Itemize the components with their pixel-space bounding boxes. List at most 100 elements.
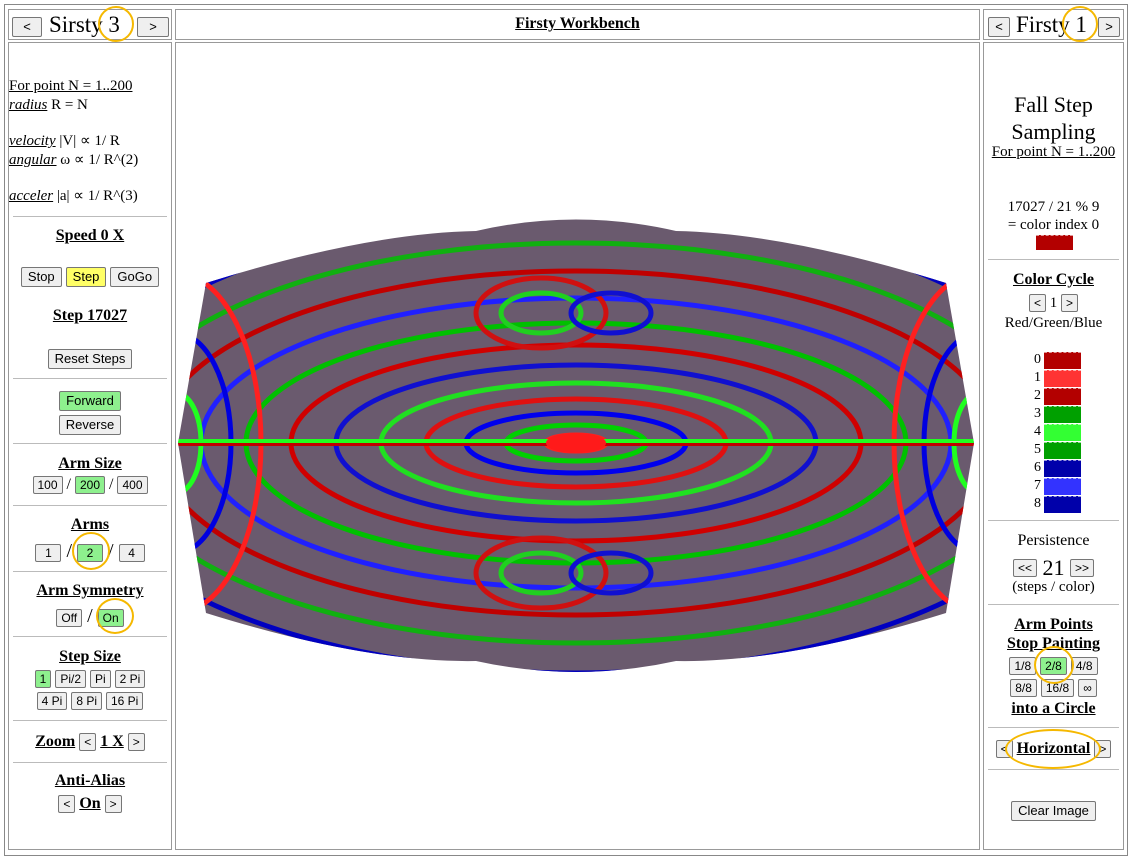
arms-label[interactable]: Arms [71,516,109,533]
step-size-8pi-button[interactable]: 8 Pi [71,692,102,710]
zoom-value[interactable]: 1 X [100,733,124,750]
arm-points-2-8-button[interactable]: 2/8 [1040,657,1067,675]
step-size-2pi-button[interactable]: 2 Pi [114,670,146,688]
zoom-label[interactable]: Zoom [35,733,75,750]
formula-block: For point N = 1..200 radius R = N veloci… [9,77,138,206]
gogo-button[interactable]: GoGo [110,267,160,287]
anti-alias-value[interactable]: On [79,795,100,812]
arms-2-button[interactable]: 2 [77,544,103,562]
stop-button[interactable]: Stop [20,267,62,287]
arm-symmetry-off-button[interactable]: Off [56,609,83,627]
left-next-button[interactable]: > [137,17,169,37]
step-size-pi2-button[interactable]: Pi/2 [55,670,86,688]
into-circle-label[interactable]: into a Circle [1011,700,1095,717]
color-cycle-label[interactable]: Color Cycle [1013,271,1094,288]
palette-index: 3 [1034,406,1041,421]
color-cycle-prev-button[interactable]: < [1028,294,1046,312]
palette-row: 5 [1029,441,1089,459]
right-panel: Fall Step Sampling For point N = 1..200 … [983,42,1124,850]
palette-row: 8 [1029,495,1089,513]
step-counter[interactable]: Step 17027 [53,307,127,324]
forward-button[interactable]: Forward [59,391,121,411]
center-header: Firsty Workbench [175,9,980,40]
zoom-prev-button[interactable]: < [79,733,97,751]
anti-alias-prev-button[interactable]: < [58,795,76,813]
palette-row: 6 [1029,459,1089,477]
arm-symmetry-label[interactable]: Arm Symmetry [36,582,143,599]
reverse-button[interactable]: Reverse [58,415,122,435]
palette-index: 5 [1034,442,1041,457]
color-palette: 0 1 2 3 4 5 6 7 8 [1029,351,1089,513]
palette-swatch [1044,495,1081,513]
left-panel: For point N = 1..200 radius R = N veloci… [8,42,172,850]
palette-index: 6 [1034,460,1041,475]
persistence-label: Persistence [1017,532,1090,549]
canvas-panel [175,42,980,850]
arm-symmetry-on-button[interactable]: On [97,609,124,627]
arm-points-1-8-button[interactable]: 1/8 [1009,657,1037,675]
arm-points-label[interactable]: Arm Points [984,616,1123,634]
right-prev-button[interactable]: < [988,17,1010,37]
color-cycle-next-button[interactable]: > [1061,294,1079,312]
formula-acceleration: acceler |a| ∝ 1/ R^(3) [9,188,138,204]
step-size-16pi-button[interactable]: 16 Pi [106,692,144,710]
clear-image-button[interactable]: Clear Image [1011,801,1096,821]
right-next-button[interactable]: > [1098,17,1120,37]
step-size-label[interactable]: Step Size [59,648,121,665]
step-size-1-button[interactable]: 1 [34,670,52,688]
stop-painting-label[interactable]: Stop Painting [984,635,1123,653]
orientation-value[interactable]: Horizontal [1017,740,1091,757]
arm-size-100-button[interactable]: 100 [32,476,63,494]
right-title: Firsty 1 [1016,12,1087,37]
orientation-prev-button[interactable]: < [995,740,1013,758]
left-title: Sirsty 3 [49,12,120,37]
arm-size-400-button[interactable]: 400 [117,476,148,494]
palette-swatch [1044,477,1081,495]
palette-swatch [1044,459,1081,477]
step-size-4pi-button[interactable]: 4 Pi [36,692,68,710]
persistence-next-button[interactable]: >> [1070,558,1095,577]
arm-size-200-button[interactable]: 200 [74,476,106,494]
anti-alias-label[interactable]: Anti-Alias [55,772,125,789]
formula-velocity: velocity |V| ∝ 1/ R [9,133,120,149]
formula-radius: radius R = N [9,96,88,113]
pattern-canvas[interactable] [176,43,979,849]
palette-swatch [1044,387,1081,405]
sampling-point-range: For point N = 1..200 [991,144,1116,160]
arm-points-infinity-button[interactable]: ∞ [1078,679,1097,697]
step-size-pi-button[interactable]: Pi [90,670,111,688]
palette-row: 1 [1029,369,1089,387]
arms-4-button[interactable]: 4 [118,544,145,562]
formula-point-range: For point N = 1..200 [9,78,133,94]
palette-row: 2 [1029,387,1089,405]
arm-points-8-8-button[interactable]: 8/8 [1010,679,1037,697]
left-header: < Sirsty 3 > [8,9,172,40]
palette-row: 4 [1029,423,1089,441]
orientation-next-button[interactable]: > [1094,740,1112,758]
zoom-next-button[interactable]: > [127,733,145,751]
palette-swatch [1044,369,1081,387]
arms-1-button[interactable]: 1 [35,544,62,562]
palette-index: 8 [1034,496,1041,511]
page-title[interactable]: Firsty Workbench [515,15,640,32]
reset-steps-button[interactable]: Reset Steps [47,349,133,369]
arm-points-16-8-button[interactable]: 16/8 [1040,679,1075,697]
palette-row: 3 [1029,405,1089,423]
arm-size-label[interactable]: Arm Size [58,455,122,472]
persistence-value: 21 [1042,554,1065,580]
arm-points-4-8-button[interactable]: 4/8 [1070,657,1098,675]
palette-index: 1 [1034,370,1041,385]
sampling-title-line2: Sampling [1011,119,1096,144]
left-prev-button[interactable]: < [12,17,42,37]
anti-alias-next-button[interactable]: > [104,795,122,813]
sampling-title-line1: Fall Step [1014,92,1093,117]
palette-index: 4 [1034,424,1041,439]
color-calc-line2: = color index 0 [1007,217,1100,233]
palette-index: 0 [1034,352,1041,367]
persistence-prev-button[interactable]: << [1012,558,1037,577]
palette-row: 7 [1029,477,1089,495]
palette-swatch [1044,405,1081,423]
step-button[interactable]: Step [65,267,107,287]
speed-label[interactable]: Speed 0 X [56,227,124,244]
palette-swatch [1044,441,1081,459]
